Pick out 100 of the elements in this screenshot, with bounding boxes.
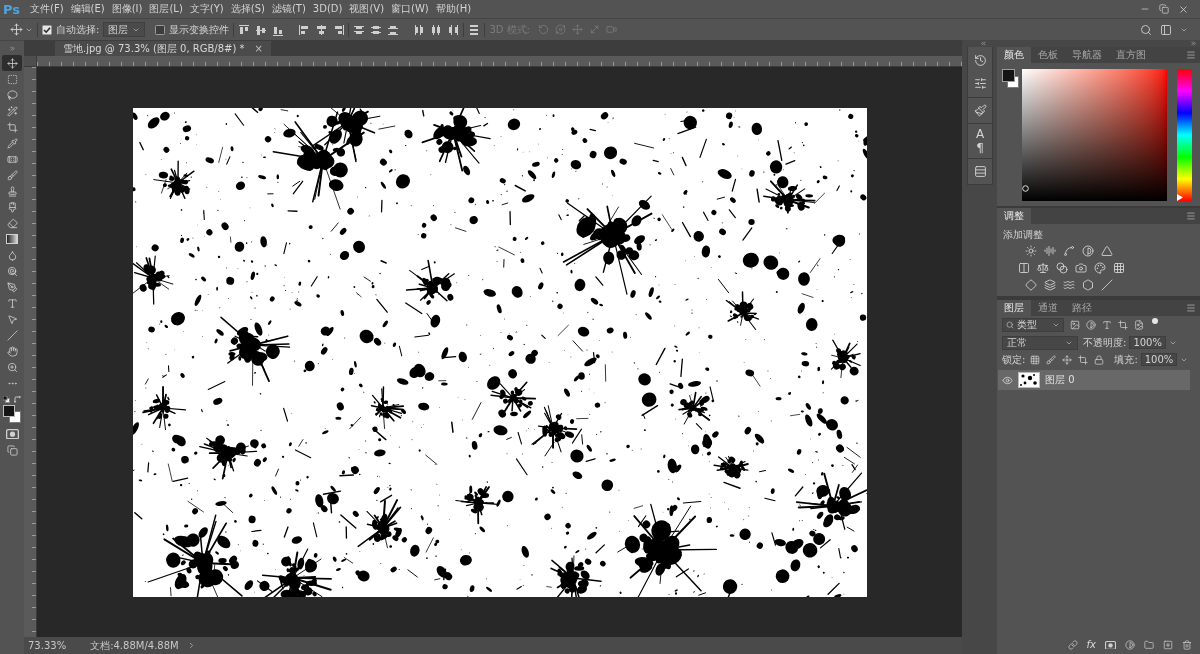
menu-item[interactable]: 文字(Y) bbox=[186, 1, 227, 17]
balance-scale-icon[interactable] bbox=[1037, 262, 1049, 274]
waveform-icon[interactable] bbox=[1044, 245, 1056, 257]
crop-icon[interactable] bbox=[1078, 354, 1089, 365]
diamond-icon[interactable] bbox=[1025, 279, 1037, 291]
color-swatches-icon[interactable] bbox=[1002, 69, 1019, 88]
camera-icon[interactable] bbox=[1075, 262, 1087, 274]
filter-dropdown[interactable]: 类型 bbox=[1002, 318, 1064, 332]
crop-icon[interactable] bbox=[1118, 320, 1128, 330]
opacity-field[interactable]: 100% bbox=[1129, 336, 1166, 349]
panel-tab[interactable]: 图层 bbox=[997, 300, 1031, 316]
sun-icon[interactable] bbox=[1025, 245, 1037, 257]
panel-menu-icon[interactable] bbox=[1186, 211, 1196, 221]
hue-slider[interactable] bbox=[1177, 69, 1192, 201]
distribute-top-icon[interactable] bbox=[353, 23, 366, 36]
layer-style-button[interactable]: fx bbox=[1086, 640, 1096, 650]
blend-mode-dropdown[interactable]: 正常 bbox=[1002, 335, 1078, 350]
file-image-icon[interactable] bbox=[1134, 320, 1144, 330]
image-icon[interactable] bbox=[1070, 320, 1080, 330]
contrast-icon[interactable] bbox=[1086, 320, 1096, 330]
tool-button[interactable] bbox=[2, 55, 22, 71]
blend-icon[interactable] bbox=[1056, 262, 1068, 274]
lock-icon[interactable] bbox=[1094, 354, 1105, 365]
panel-tab[interactable]: 色板 bbox=[1031, 47, 1065, 63]
filter-toggle[interactable] bbox=[1152, 318, 1158, 324]
layer-row[interactable]: 图层 0 bbox=[998, 370, 1190, 390]
menu-item[interactable]: 滤镜(T) bbox=[268, 1, 309, 17]
move-icon[interactable] bbox=[1062, 354, 1073, 365]
collapse-icon[interactable] bbox=[980, 40, 987, 47]
triangle-icon[interactable] bbox=[1101, 245, 1113, 257]
rows-icon[interactable] bbox=[973, 165, 987, 178]
document-tab[interactable]: 雪地.jpg @ 73.3% (图层 0, RGB/8#) * × bbox=[55, 41, 271, 56]
expand-icon[interactable] bbox=[8, 44, 16, 52]
link-icon[interactable] bbox=[1067, 640, 1078, 650]
panel-tab[interactable]: 颜色 bbox=[997, 47, 1031, 63]
panel-tab[interactable]: 通道 bbox=[1031, 300, 1065, 316]
distribute-left-icon[interactable] bbox=[413, 23, 426, 36]
grid-icon[interactable] bbox=[1113, 262, 1125, 274]
slash-icon[interactable] bbox=[1101, 279, 1113, 291]
auto-select-dropdown[interactable]: 图层 bbox=[103, 22, 146, 37]
new-layer-icon[interactable] bbox=[1163, 640, 1173, 650]
align-left-icon[interactable] bbox=[298, 23, 311, 36]
zoom-level[interactable]: 73.33% bbox=[28, 640, 67, 651]
paintbrush-icon[interactable] bbox=[973, 104, 987, 117]
distribute-middle-icon[interactable] bbox=[370, 23, 383, 36]
layers-icon[interactable] bbox=[1044, 279, 1056, 291]
grid-icon[interactable] bbox=[1030, 354, 1041, 365]
color-swatches-icon[interactable] bbox=[3, 405, 21, 423]
overlapping-squares-icon[interactable] bbox=[6, 445, 18, 457]
menu-item[interactable]: 帮助(H) bbox=[432, 1, 475, 17]
distribute-center-icon[interactable] bbox=[430, 23, 443, 36]
curve-icon[interactable] bbox=[1063, 245, 1075, 257]
align-center-icon[interactable] bbox=[315, 23, 328, 36]
align-right-icon[interactable] bbox=[332, 23, 345, 36]
type-icon[interactable] bbox=[1102, 320, 1112, 330]
auto-align-icon[interactable] bbox=[468, 23, 481, 36]
menu-item[interactable]: 3D(D) bbox=[309, 1, 346, 17]
distribute-bottom-icon[interactable] bbox=[387, 23, 400, 36]
quick-mask-icon[interactable] bbox=[5, 429, 19, 440]
menu-item[interactable]: 图层(L) bbox=[146, 1, 186, 17]
color-field[interactable] bbox=[1022, 69, 1167, 201]
brush-icon[interactable] bbox=[1046, 354, 1057, 365]
menu-item[interactable]: 选择(S) bbox=[227, 1, 268, 17]
close-icon[interactable] bbox=[1178, 3, 1189, 15]
workspace-icon[interactable] bbox=[1160, 23, 1172, 36]
columns-icon[interactable] bbox=[1018, 262, 1030, 274]
swap-colors-icon[interactable] bbox=[14, 396, 21, 403]
restore-icon[interactable] bbox=[1159, 4, 1169, 14]
waves-icon[interactable] bbox=[1063, 279, 1075, 291]
hexagon-icon[interactable] bbox=[1082, 279, 1094, 291]
eye-icon[interactable] bbox=[1002, 374, 1013, 386]
picker-marker-icon[interactable] bbox=[1022, 185, 1029, 192]
collapse-icon[interactable] bbox=[1190, 40, 1197, 47]
folder-icon[interactable] bbox=[1144, 640, 1154, 650]
hue-marker-icon[interactable] bbox=[1177, 194, 1183, 201]
menu-item[interactable]: 窗口(W) bbox=[388, 1, 432, 17]
menu-item[interactable]: 文件(F) bbox=[27, 1, 67, 17]
checkbox[interactable] bbox=[42, 24, 52, 35]
distribute-right-icon[interactable] bbox=[447, 23, 460, 36]
panel-menu-icon[interactable] bbox=[1186, 303, 1196, 313]
panel-tab[interactable]: 导航器 bbox=[1065, 47, 1109, 63]
default-colors-icon[interactable] bbox=[3, 396, 10, 403]
move-icon[interactable] bbox=[10, 23, 23, 36]
palette-icon[interactable] bbox=[1094, 262, 1106, 274]
trash-icon[interactable] bbox=[1182, 640, 1192, 650]
panel-menu-icon[interactable] bbox=[1186, 50, 1196, 60]
align-top-icon[interactable] bbox=[238, 23, 251, 36]
contrast-icon[interactable] bbox=[1125, 640, 1135, 650]
panel-tab[interactable]: 直方图 bbox=[1109, 47, 1153, 63]
paragraph-panel-button[interactable]: ¶ bbox=[976, 142, 984, 154]
checkbox[interactable] bbox=[155, 24, 166, 35]
sliders-icon[interactable] bbox=[973, 77, 987, 90]
character-panel-button[interactable]: A bbox=[975, 128, 985, 140]
mask-icon[interactable] bbox=[1105, 640, 1116, 650]
fill-field[interactable]: 100% bbox=[1140, 353, 1178, 366]
close-tab-button[interactable]: × bbox=[254, 43, 263, 54]
panel-tab[interactable]: 调整 bbox=[997, 208, 1031, 224]
search-icon[interactable] bbox=[1140, 23, 1152, 36]
contrast-icon[interactable] bbox=[1082, 245, 1094, 257]
menu-item[interactable]: 编辑(E) bbox=[67, 1, 108, 17]
